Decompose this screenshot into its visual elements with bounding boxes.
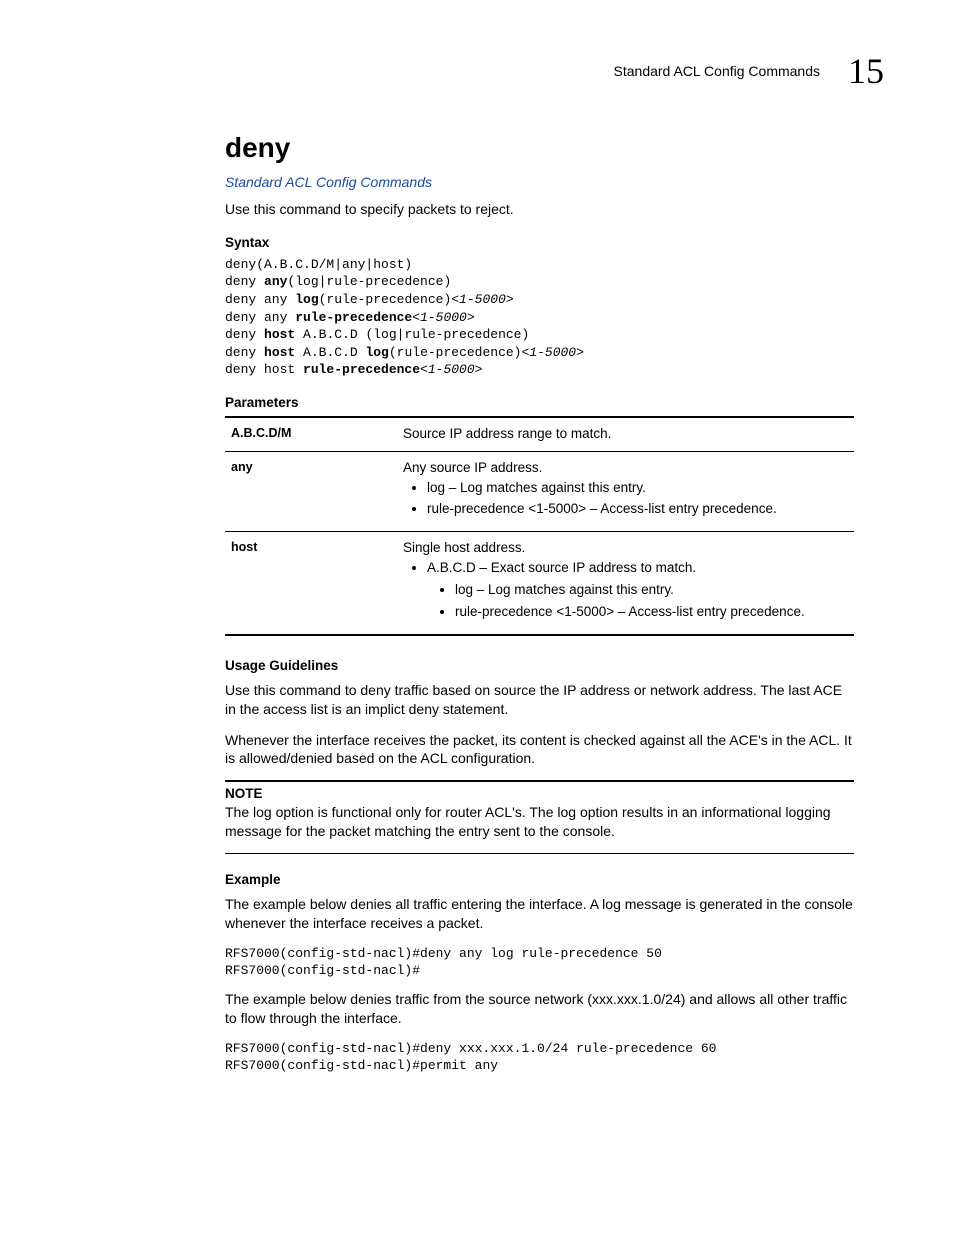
syntax-block: deny(A.B.C.D/M|any|host) deny any(log|ru… xyxy=(225,256,854,379)
content-area: deny Standard ACL Config Commands Use th… xyxy=(225,132,854,1075)
param-bullets: A.B.C.D – Exact source IP address to mat… xyxy=(403,559,848,621)
syntax-line: (rule-precedence) xyxy=(319,292,452,307)
param-text: A.B.C.D – Exact source IP address to mat… xyxy=(427,560,696,575)
example-p1: The example below denies all traffic ent… xyxy=(225,895,854,933)
list-item: rule-precedence <1-5000> – Access-list e… xyxy=(427,500,848,518)
note-text: The log option is functional only for ro… xyxy=(225,803,854,841)
list-item: log – Log matches against this entry. xyxy=(427,479,848,497)
param-desc: Source IP address range to match. xyxy=(397,417,854,452)
param-desc: Any source IP address. log – Log matches… xyxy=(397,451,854,531)
page-title: deny xyxy=(225,132,854,164)
table-row: host Single host address. A.B.C.D – Exac… xyxy=(225,532,854,635)
intro-text: Use this command to specify packets to r… xyxy=(225,200,854,219)
syntax-bold: log xyxy=(365,345,388,360)
syntax-bold: host xyxy=(264,345,295,360)
example-code-1: RFS7000(config-std-nacl)#deny any log ru… xyxy=(225,945,854,980)
syntax-line: (log|rule-precedence) xyxy=(287,274,451,289)
param-key: A.B.C.D/M xyxy=(225,417,397,452)
usage-heading: Usage Guidelines xyxy=(225,658,854,673)
param-key: host xyxy=(225,532,397,635)
page: Standard ACL Config Commands 15 deny Sta… xyxy=(0,0,954,1235)
syntax-italic: <1-5000> xyxy=(451,292,513,307)
example-p2: The example below denies traffic from th… xyxy=(225,990,854,1028)
syntax-line: deny any xyxy=(225,310,295,325)
syntax-line: A.B.C.D xyxy=(295,345,365,360)
syntax-italic: <1-5000> xyxy=(412,310,474,325)
syntax-bold: rule-precedence xyxy=(295,310,412,325)
running-header: Standard ACL Config Commands 15 xyxy=(60,50,894,92)
list-item: A.B.C.D – Exact source IP address to mat… xyxy=(427,559,848,621)
table-row: any Any source IP address. log – Log mat… xyxy=(225,451,854,531)
syntax-line: (rule-precedence) xyxy=(389,345,522,360)
parameters-heading: Parameters xyxy=(225,395,854,410)
param-text: Source IP address range to match. xyxy=(403,426,611,441)
usage-p2: Whenever the interface receives the pack… xyxy=(225,731,854,769)
syntax-line: deny(A.B.C.D/M|any|host) xyxy=(225,257,412,272)
syntax-italic: <1-5000> xyxy=(420,362,482,377)
syntax-line: deny xyxy=(225,345,264,360)
syntax-line: deny xyxy=(225,274,264,289)
syntax-line: deny host xyxy=(225,362,303,377)
syntax-line: deny any xyxy=(225,292,295,307)
param-sub-bullets: log – Log matches against this entry. ru… xyxy=(427,581,848,620)
note-heading: NOTE xyxy=(225,786,854,801)
table-row: A.B.C.D/M Source IP address range to mat… xyxy=(225,417,854,452)
xref-link[interactable]: Standard ACL Config Commands xyxy=(225,174,432,190)
example-code-2: RFS7000(config-std-nacl)#deny xxx.xxx.1.… xyxy=(225,1040,854,1075)
param-bullets: log – Log matches against this entry. ru… xyxy=(403,479,848,518)
usage-p1: Use this command to deny traffic based o… xyxy=(225,681,854,719)
section-name: Standard ACL Config Commands xyxy=(614,63,820,79)
syntax-line: A.B.C.D (log|rule-precedence) xyxy=(295,327,529,342)
example-heading: Example xyxy=(225,872,854,887)
chapter-number: 15 xyxy=(848,50,884,92)
param-key: any xyxy=(225,451,397,531)
param-text: Single host address. xyxy=(403,540,525,555)
syntax-heading: Syntax xyxy=(225,235,854,250)
param-desc: Single host address. A.B.C.D – Exact sou… xyxy=(397,532,854,635)
syntax-bold: host xyxy=(264,327,295,342)
syntax-italic: <1-5000> xyxy=(521,345,583,360)
param-text: Any source IP address. xyxy=(403,460,542,475)
note-rule xyxy=(225,853,854,854)
note-rule xyxy=(225,780,854,782)
list-item: log – Log matches against this entry. xyxy=(455,581,848,599)
syntax-bold: rule-precedence xyxy=(303,362,420,377)
syntax-bold: log xyxy=(295,292,318,307)
list-item: rule-precedence <1-5000> – Access-list e… xyxy=(455,603,848,621)
syntax-line: deny xyxy=(225,327,264,342)
parameters-table: A.B.C.D/M Source IP address range to mat… xyxy=(225,416,854,636)
syntax-bold: any xyxy=(264,274,287,289)
